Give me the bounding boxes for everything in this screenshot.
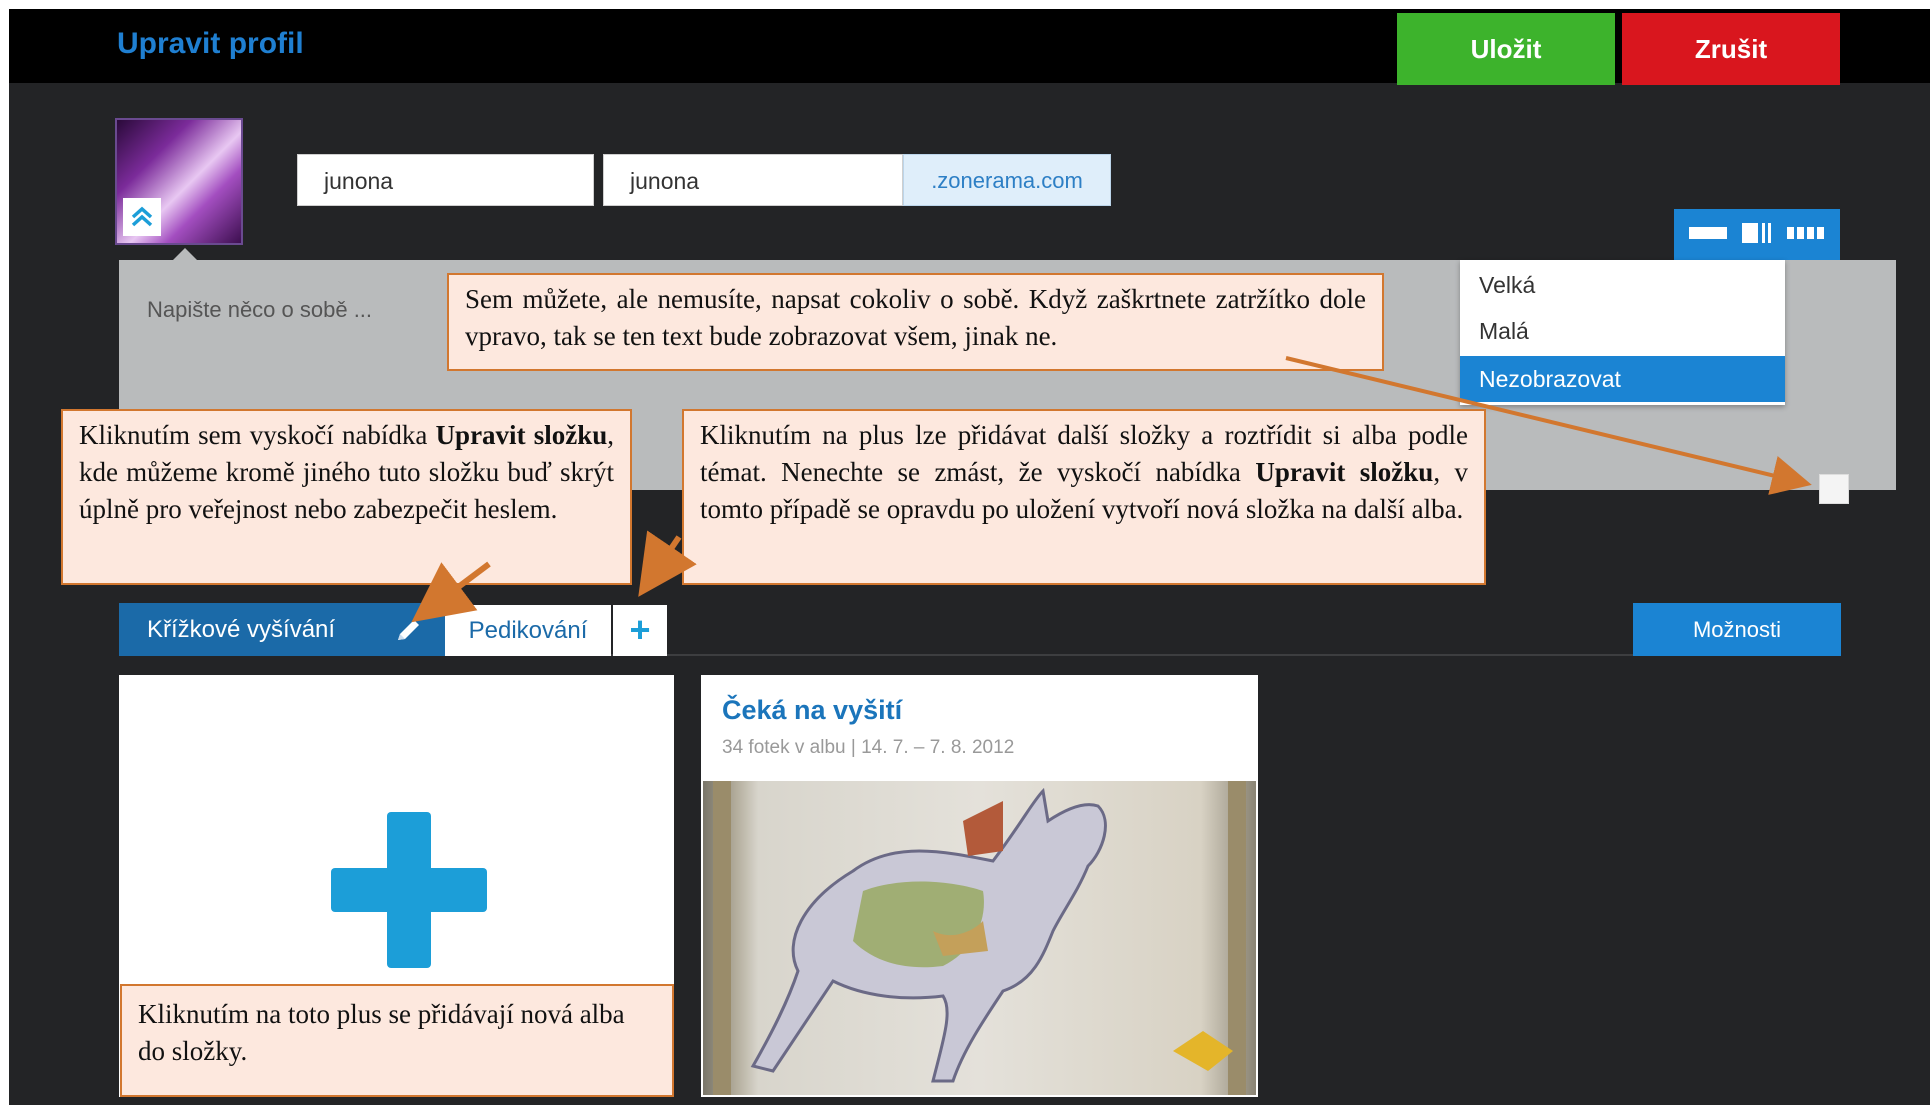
- arrow-to-pencil: [411, 561, 491, 623]
- arrow-to-plus: [638, 530, 697, 597]
- annotation-arrows: [411, 356, 1812, 623]
- arrow-to-checkbox: [1285, 356, 1812, 495]
- app-frame: Upravit profil Uložit Zrušit junona juno…: [9, 9, 1930, 1105]
